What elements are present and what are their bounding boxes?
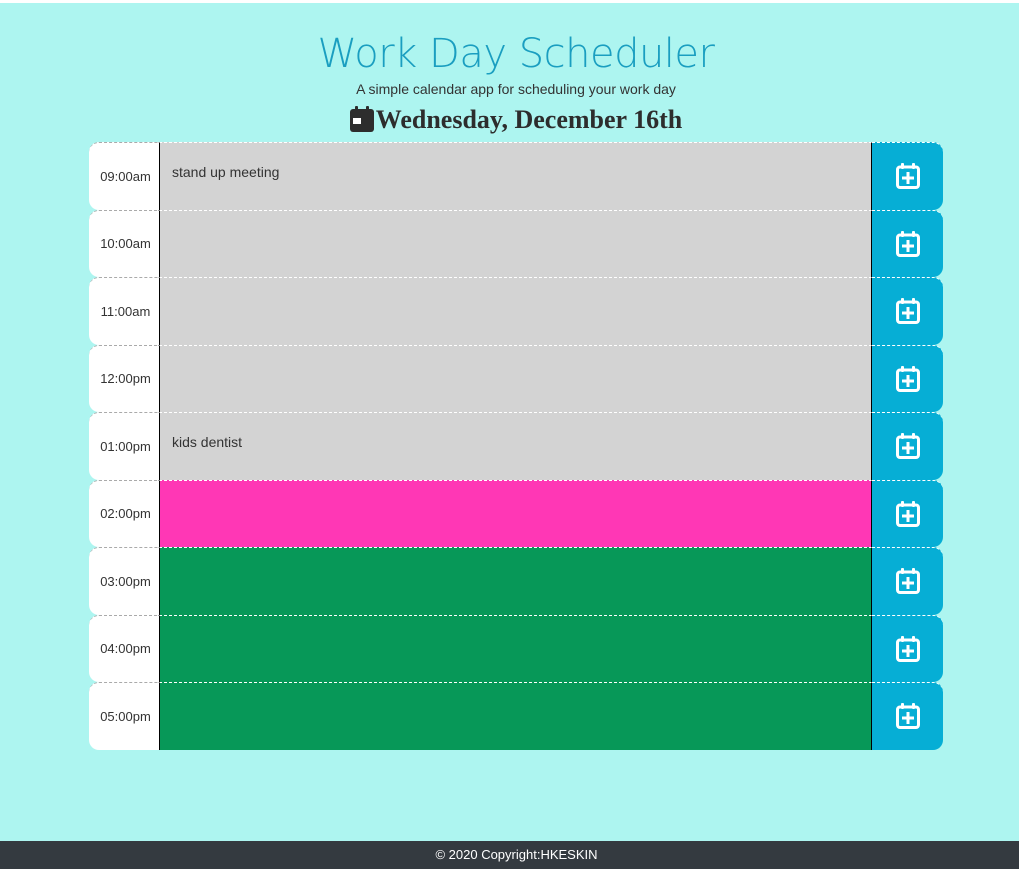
save-button[interactable] [872,412,943,480]
calendar-plus-icon [895,703,920,730]
footer-copyright: © 2020 Copyright:HKESKIN [435,847,598,862]
calendar-plus-icon [895,365,920,392]
hour-label: 10:00am [89,209,159,277]
page-background: Work Day Scheduler A simple calendar app… [0,3,1019,841]
time-block: 03:00pm [89,547,943,615]
save-button[interactable] [872,209,943,277]
event-description-input[interactable] [159,209,872,277]
schedule-container: 09:00am stand up meeting 10:00am 11:00am 12:… [89,142,943,750]
calendar-icon [349,106,374,132]
save-button[interactable] [872,682,943,750]
current-date-text: Wednesday, December 16th [375,105,683,134]
time-block: 09:00am stand up meeting [89,142,943,210]
page-subtitle: A simple calendar app for scheduling you… [356,81,676,97]
time-block: 04:00pm [89,614,943,682]
calendar-plus-icon [895,230,920,257]
footer: © 2020 Copyright:HKESKIN [0,841,1019,869]
time-block: 02:00pm [89,479,943,547]
save-button[interactable] [872,547,943,615]
save-button[interactable] [872,479,943,547]
event-description-input[interactable] [159,547,872,615]
hour-label: 04:00pm [89,614,159,682]
hour-label: 01:00pm [89,412,159,480]
time-block: 10:00am [89,209,943,277]
event-description-input[interactable] [159,479,872,547]
calendar-plus-icon [895,635,920,662]
time-block: 05:00pm [89,682,943,750]
time-block: 12:00pm [89,344,943,412]
save-button[interactable] [872,142,943,210]
event-description-input[interactable] [159,344,872,412]
hour-label: 05:00pm [89,682,159,750]
event-description-input[interactable]: kids dentist [159,412,872,480]
save-button[interactable] [872,344,943,412]
page-title: Work Day Scheduler [317,31,715,77]
save-button[interactable] [872,277,943,345]
calendar-plus-icon [895,433,920,460]
hour-label: 12:00pm [89,344,159,412]
save-button[interactable] [872,614,943,682]
event-description-input[interactable] [159,614,872,682]
calendar-plus-icon [895,500,920,527]
current-day: Wednesday, December 16th [0,103,1019,137]
hour-label: 09:00am [89,142,159,210]
hour-label: 02:00pm [89,479,159,547]
calendar-plus-icon [895,163,920,190]
event-description-input[interactable]: stand up meeting [159,142,872,210]
hour-label: 03:00pm [89,547,159,615]
time-block: 11:00am [89,277,943,345]
hour-label: 11:00am [89,277,159,345]
event-description-input[interactable] [159,682,872,750]
event-description-input[interactable] [159,277,872,345]
calendar-plus-icon [895,568,920,595]
time-block: 01:00pm kids dentist [89,412,943,480]
calendar-plus-icon [895,298,920,325]
